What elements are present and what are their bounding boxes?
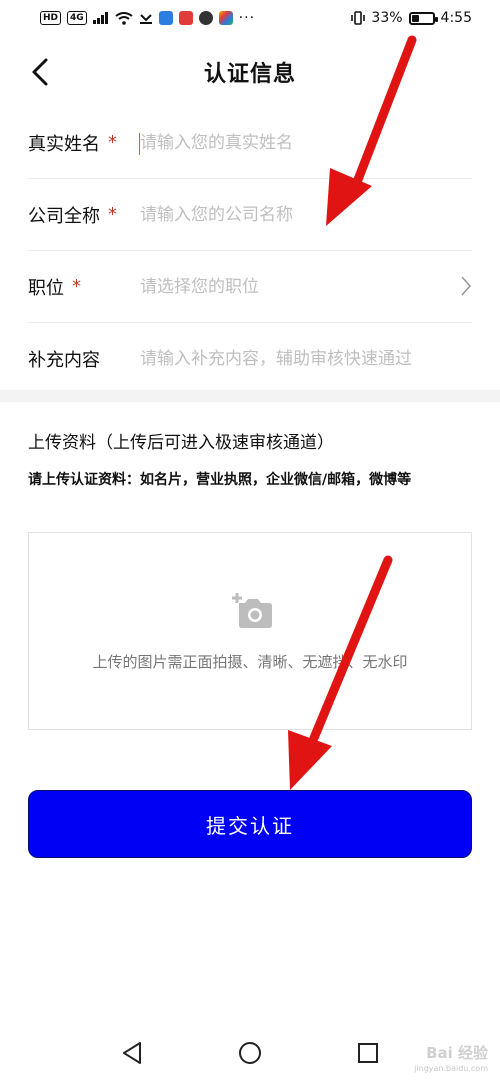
red-app-icon bbox=[178, 11, 193, 25]
status-left: HD 4G ··· bbox=[40, 10, 255, 26]
text-cursor bbox=[139, 133, 140, 155]
company-label-text: 公司全称 bbox=[28, 205, 100, 227]
missed-call-icon bbox=[139, 14, 152, 24]
status-right: 33% 4:55 bbox=[351, 10, 472, 26]
name-label-text: 真实姓名 bbox=[28, 133, 100, 155]
page-title: 认证信息 bbox=[203, 62, 296, 87]
required-mark: * bbox=[108, 204, 117, 225]
nav-home-button[interactable] bbox=[236, 1039, 264, 1067]
signal-icon bbox=[92, 12, 108, 24]
dark-app-icon bbox=[198, 11, 213, 25]
chevron-right-icon bbox=[461, 276, 472, 296]
page-header: 认证信息 bbox=[0, 44, 500, 100]
chevron-left-icon bbox=[32, 58, 48, 86]
hd-badge: HD bbox=[40, 11, 62, 25]
colorful-app-icon bbox=[218, 11, 233, 25]
watermark-sub: jingyan.baidu.com bbox=[414, 1064, 488, 1073]
submit-verification-button[interactable]: 提交认证 bbox=[28, 790, 472, 858]
company-name-input[interactable] bbox=[140, 204, 472, 225]
name-row: 真实姓名 * bbox=[28, 107, 472, 179]
nav-back-button[interactable] bbox=[118, 1039, 146, 1067]
position-label-text: 职位 bbox=[28, 277, 64, 299]
supplement-label: 补充内容 bbox=[28, 350, 100, 371]
circle-home-icon bbox=[239, 1042, 261, 1064]
network-badge: 4G bbox=[67, 11, 87, 25]
status-time: 4:55 bbox=[440, 10, 472, 26]
position-row[interactable]: 职位 * bbox=[28, 251, 472, 323]
battery-percent: 33% bbox=[371, 10, 403, 26]
section-divider bbox=[0, 390, 500, 402]
watermark-text: Bai 经验 bbox=[426, 1044, 488, 1062]
baidu-watermark: Bai 经验 jingyan.baidu.com bbox=[414, 1045, 488, 1077]
more-notifications-icon: ··· bbox=[238, 10, 256, 26]
cloud-app-icon bbox=[158, 11, 173, 25]
company-label: 公司全称 * bbox=[28, 202, 140, 228]
company-row: 公司全称 * bbox=[28, 179, 472, 251]
upload-hint: 请上传认证资料：如名片，营业执照，企业微信/邮箱，微博等 bbox=[28, 472, 412, 488]
add-photo-icon bbox=[232, 593, 272, 628]
battery-fill bbox=[411, 14, 419, 22]
nav-recents-button[interactable] bbox=[354, 1039, 382, 1067]
status-bar: HD 4G ··· 33% 4:55 bbox=[0, 0, 500, 36]
wifi-icon bbox=[115, 11, 133, 25]
required-mark: * bbox=[108, 132, 117, 153]
square-recents-icon bbox=[358, 1043, 378, 1063]
vibrate-icon bbox=[351, 11, 366, 25]
upload-caption: 上传的图片需正面拍摄、清晰、无遮挡、无水印 bbox=[92, 653, 408, 671]
real-name-input[interactable] bbox=[140, 132, 472, 153]
position-label: 职位 * bbox=[28, 274, 140, 300]
upload-section-title: 上传资料（上传后可进入极速审核通道） bbox=[28, 433, 334, 453]
upload-area[interactable]: 上传的图片需正面拍摄、清晰、无遮挡、无水印 bbox=[28, 532, 472, 730]
triangle-back-icon bbox=[123, 1042, 141, 1064]
supplement-row: 补充内容 bbox=[28, 323, 472, 395]
back-button[interactable] bbox=[24, 56, 56, 88]
name-label: 真实姓名 * bbox=[28, 130, 140, 156]
required-mark: * bbox=[72, 276, 81, 297]
supplement-input[interactable] bbox=[140, 349, 472, 369]
verification-form: 真实姓名 * 公司全称 * 职位 * 补充内容 bbox=[0, 107, 500, 395]
position-select[interactable] bbox=[140, 276, 472, 297]
battery-icon bbox=[408, 11, 438, 25]
